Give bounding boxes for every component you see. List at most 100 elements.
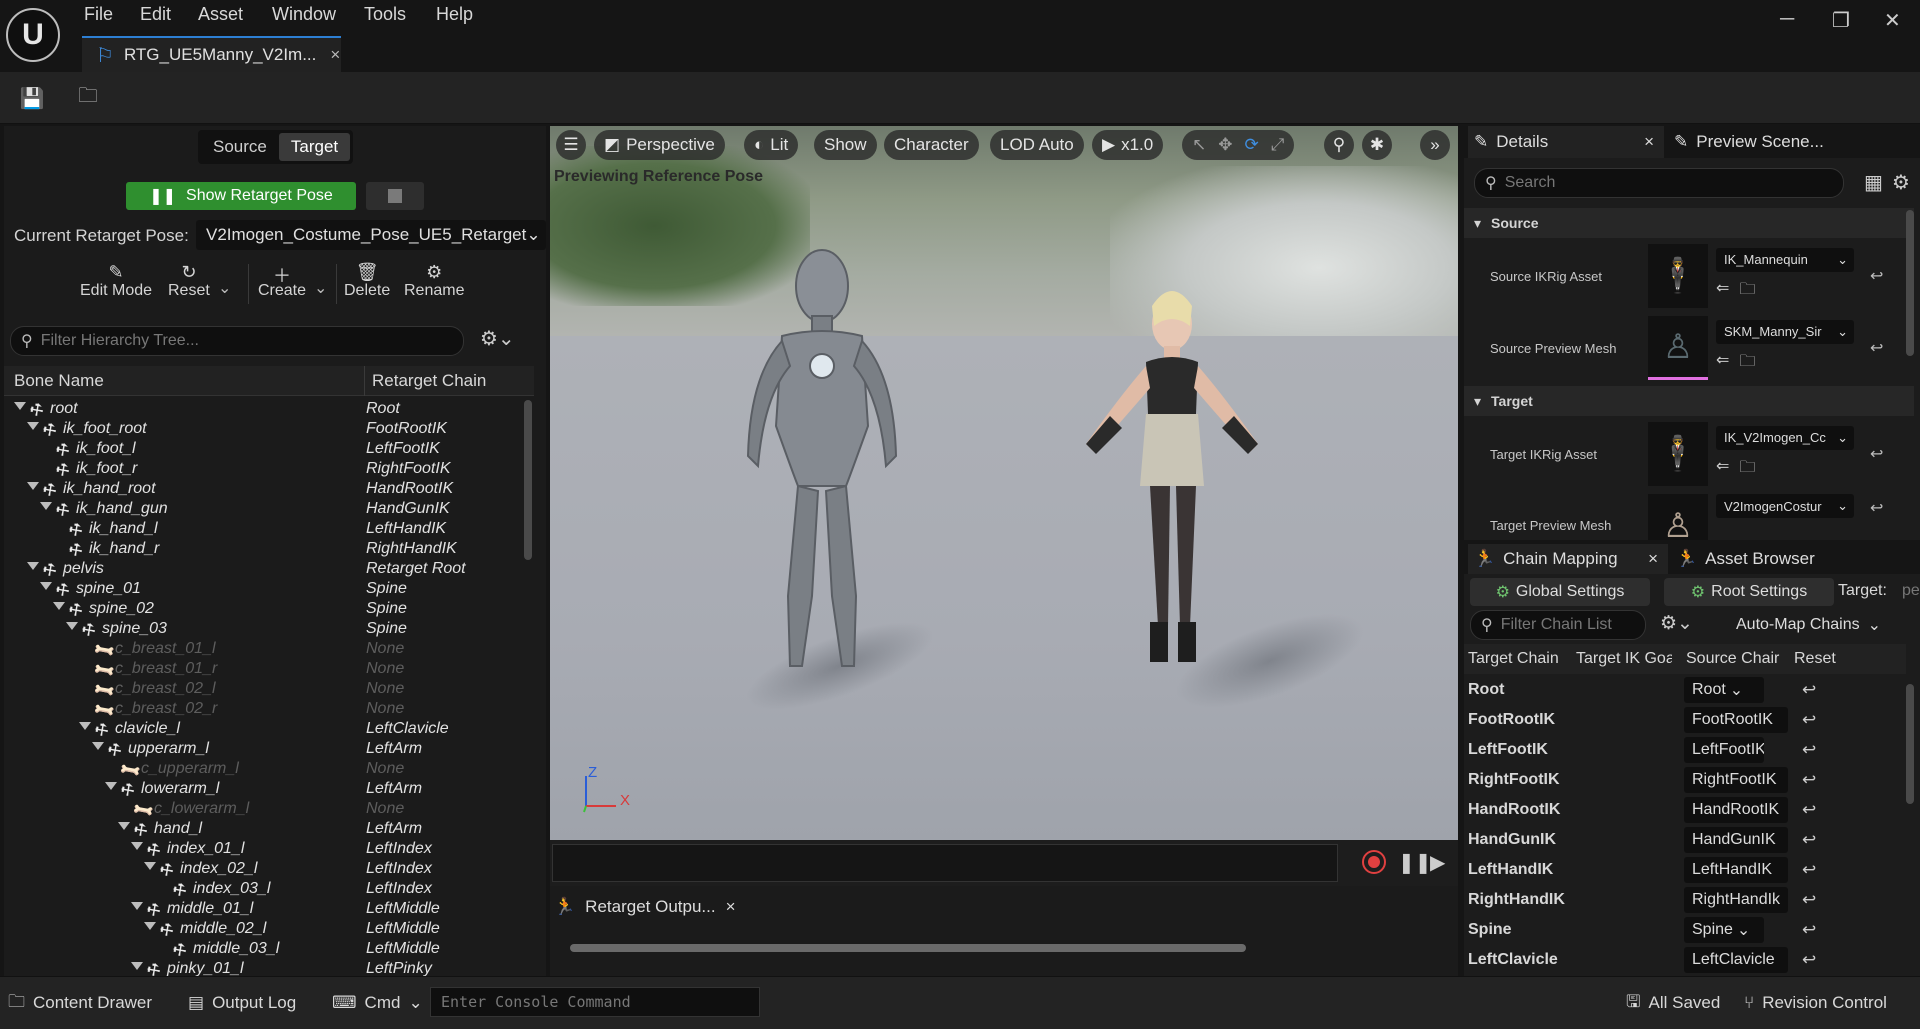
ikrig-icon[interactable]: 🕴 <box>1648 244 1708 308</box>
window-close-icon[interactable]: ✕ <box>1884 8 1901 33</box>
expand-arrow-icon[interactable] <box>92 742 104 750</box>
retarget-chain-column-header[interactable]: Retarget Chain <box>372 371 486 391</box>
tree-row[interactable]: ⚒ ik_foot_r RightFootIK <box>4 460 524 482</box>
tree-row[interactable]: ⚒ spine_01 Spine <box>4 580 524 601</box>
content-drawer-button[interactable]: 🗀 Content Drawer <box>8 987 152 1019</box>
reset-arrow-icon[interactable]: ↩ <box>1870 498 1883 518</box>
timeline-track[interactable] <box>552 844 1338 882</box>
expand-arrow-icon[interactable] <box>105 782 117 790</box>
target-ikrig-combo[interactable]: IK_V2Imogen_Cc ⌄ <box>1716 425 1854 450</box>
tree-row[interactable]: 🦴 c_breast_02_r None <box>4 698 524 723</box>
expand-arrow-icon[interactable] <box>131 902 143 910</box>
tree-row[interactable]: ⚒ upperarm_l LeftArm <box>4 740 524 761</box>
tree-row[interactable]: ⚒ pinky_01_l LeftPinky <box>4 960 524 976</box>
tree-row[interactable]: ⚒ ik_foot_root FootRootIK <box>4 420 524 441</box>
target-section-header[interactable]: ▾ Target <box>1464 386 1914 416</box>
menu-edit[interactable]: Edit <box>140 4 171 25</box>
chain-filter-input[interactable]: ⚲ Filter Chain List <box>1470 610 1646 640</box>
expand-arrow-icon[interactable] <box>14 402 26 410</box>
tree-row[interactable]: ⚒ index_01_l LeftIndex <box>4 840 524 861</box>
minimize-icon[interactable]: ─ <box>1780 8 1794 31</box>
all-saved-button[interactable]: 🖫 All Saved <box>1626 987 1720 1019</box>
create-button[interactable]: ＋ Create <box>258 262 306 300</box>
play-speed-button[interactable]: ▶ x1.0 <box>1092 130 1164 160</box>
tree-row[interactable]: ⚒ ik_hand_r RightHandIK <box>4 540 524 562</box>
chain-mapping-tab[interactable]: 🏃 Chain Mapping × <box>1468 544 1668 574</box>
stop-pose-button[interactable] <box>366 182 424 210</box>
source-chain-combo[interactable]: LeftHandIK <box>1684 857 1788 883</box>
reset-arrow-icon[interactable]: ↩ <box>1870 266 1883 286</box>
reset-arrow-icon[interactable]: ↩ <box>1802 950 1816 970</box>
preview-scene-tab[interactable]: ✎ Preview Scene... <box>1674 126 1824 158</box>
source-chain-combo[interactable]: LeftFootIK ⌄ <box>1684 737 1764 763</box>
reset-arrow-icon[interactable]: ↩ <box>1802 710 1816 730</box>
reset-arrow-icon[interactable]: ↩ <box>1802 740 1816 760</box>
bone-pose-button[interactable]: ✱ <box>1362 130 1392 160</box>
reset-button[interactable]: ↻ Reset <box>168 262 210 300</box>
show-retarget-pose-button[interactable]: ❚❚ Show Retarget Pose <box>126 182 356 210</box>
scale-icon[interactable]: ⤢ <box>1271 135 1285 155</box>
mesh-icon[interactable]: ♙ <box>1648 494 1708 540</box>
source-chain-combo[interactable]: LeftClavicle <box>1684 947 1788 973</box>
ikrig-icon[interactable]: 🕴 <box>1648 422 1708 486</box>
reset-arrow-icon[interactable]: ↩ <box>1802 770 1816 790</box>
reset-arrow-icon[interactable]: ↩ <box>1870 444 1883 464</box>
expand-arrow-icon[interactable] <box>144 862 156 870</box>
source-chain-combo[interactable]: RightHandIk <box>1684 887 1788 913</box>
expand-arrow-icon[interactable] <box>66 622 78 630</box>
chain-scrollbar[interactable] <box>1906 684 1914 804</box>
expand-arrow-icon[interactable] <box>27 482 39 490</box>
details-scrollbar[interactable] <box>1906 210 1914 356</box>
document-tab[interactable]: ⚐ RTG_UE5Manny_V2Im... × <box>82 36 341 72</box>
expand-arrow-icon[interactable] <box>131 842 143 850</box>
step-forward-icon[interactable]: ▶ <box>1430 850 1445 875</box>
settings-gear-icon[interactable]: ⚙⌄ <box>1660 612 1693 635</box>
settings-gear-icon[interactable]: ⚙⌄ <box>480 326 515 351</box>
expand-arrow-icon[interactable] <box>144 922 156 930</box>
reset-arrow-icon[interactable]: ↩ <box>1802 860 1816 880</box>
tree-row[interactable]: ⚒ middle_02_l LeftMiddle <box>4 920 524 941</box>
details-search-input[interactable]: ⚲ Search <box>1474 168 1844 198</box>
retarget-output-tab[interactable]: 🏃 Retarget Outpu... × <box>554 892 736 922</box>
perspective-button[interactable]: ◩ Perspective <box>594 130 725 160</box>
browse-folder-icon[interactable]: 🗀 <box>74 85 102 110</box>
use-selected-icon[interactable]: ⇐ <box>1716 278 1729 305</box>
tree-row[interactable]: ⚒ ik_hand_l LeftHandIK <box>4 520 524 542</box>
browse-folder-icon[interactable]: 🗀 <box>1739 456 1755 483</box>
target-chain-column-header[interactable]: Target Chain <box>1468 650 1559 668</box>
menu-file[interactable]: File <box>84 4 113 25</box>
source-mesh-combo[interactable]: SKM_Manny_Sir ⌄ <box>1716 319 1854 344</box>
menu-tools[interactable]: Tools <box>364 4 406 25</box>
tree-row[interactable]: 🦴 c_breast_01_l None <box>4 638 524 663</box>
tree-row[interactable]: ⚒ ik_foot_l LeftFootIK <box>4 440 524 462</box>
tree-row[interactable]: ⚒ pelvis Retarget Root <box>4 560 524 581</box>
mesh-icon[interactable]: ♙ <box>1648 316 1708 380</box>
source-chain-column-header[interactable]: Source Chair <box>1686 650 1786 668</box>
document-tab-close-icon[interactable]: × <box>330 45 340 65</box>
settings-gear-icon[interactable]: ⚙ <box>1892 170 1910 195</box>
menu-help[interactable]: Help <box>436 4 473 25</box>
tree-row[interactable]: ⚒ middle_01_l LeftMiddle <box>4 900 524 921</box>
tree-row[interactable]: ⚒ index_02_l LeftIndex <box>4 860 524 881</box>
lit-button[interactable]: ◐ Lit <box>744 130 799 160</box>
tree-row[interactable]: ⚒ ik_hand_gun HandGunIK <box>4 500 524 521</box>
hierarchy-filter-input[interactable]: ⚲ Filter Hierarchy Tree... <box>10 326 464 356</box>
source-chain-combo[interactable]: HandGunIK <box>1684 827 1788 853</box>
target-ik-goal-column-header[interactable]: Target IK Goa <box>1576 650 1672 668</box>
rotate-icon[interactable]: ⟳ <box>1245 135 1259 155</box>
tree-row[interactable]: 🦴 c_lowerarm_l None <box>4 798 524 823</box>
tree-row[interactable]: ⚒ index_03_l LeftIndex <box>4 880 524 902</box>
table-view-icon[interactable]: ▦ <box>1864 170 1883 195</box>
browse-folder-icon[interactable]: 🗀 <box>1739 350 1755 377</box>
tree-row[interactable]: ⚒ clavicle_l LeftClavicle <box>4 720 524 741</box>
expand-toolbar-button[interactable]: » <box>1420 130 1450 160</box>
show-button[interactable]: Show <box>814 130 877 160</box>
ik-rig-button[interactable]: ⚲ <box>1324 130 1354 160</box>
chain-tab-close-icon[interactable]: × <box>1648 549 1658 569</box>
tree-row[interactable]: 🦴 c_breast_02_l None <box>4 678 524 703</box>
pause-icon[interactable]: ❚❚ <box>1398 850 1432 875</box>
output-tab-close-icon[interactable]: × <box>726 897 736 917</box>
translate-icon[interactable]: ✥ <box>1218 135 1232 155</box>
tree-row[interactable]: ⚒ spine_02 Spine <box>4 600 524 621</box>
reset-arrow-icon[interactable]: ↩ <box>1802 920 1816 940</box>
